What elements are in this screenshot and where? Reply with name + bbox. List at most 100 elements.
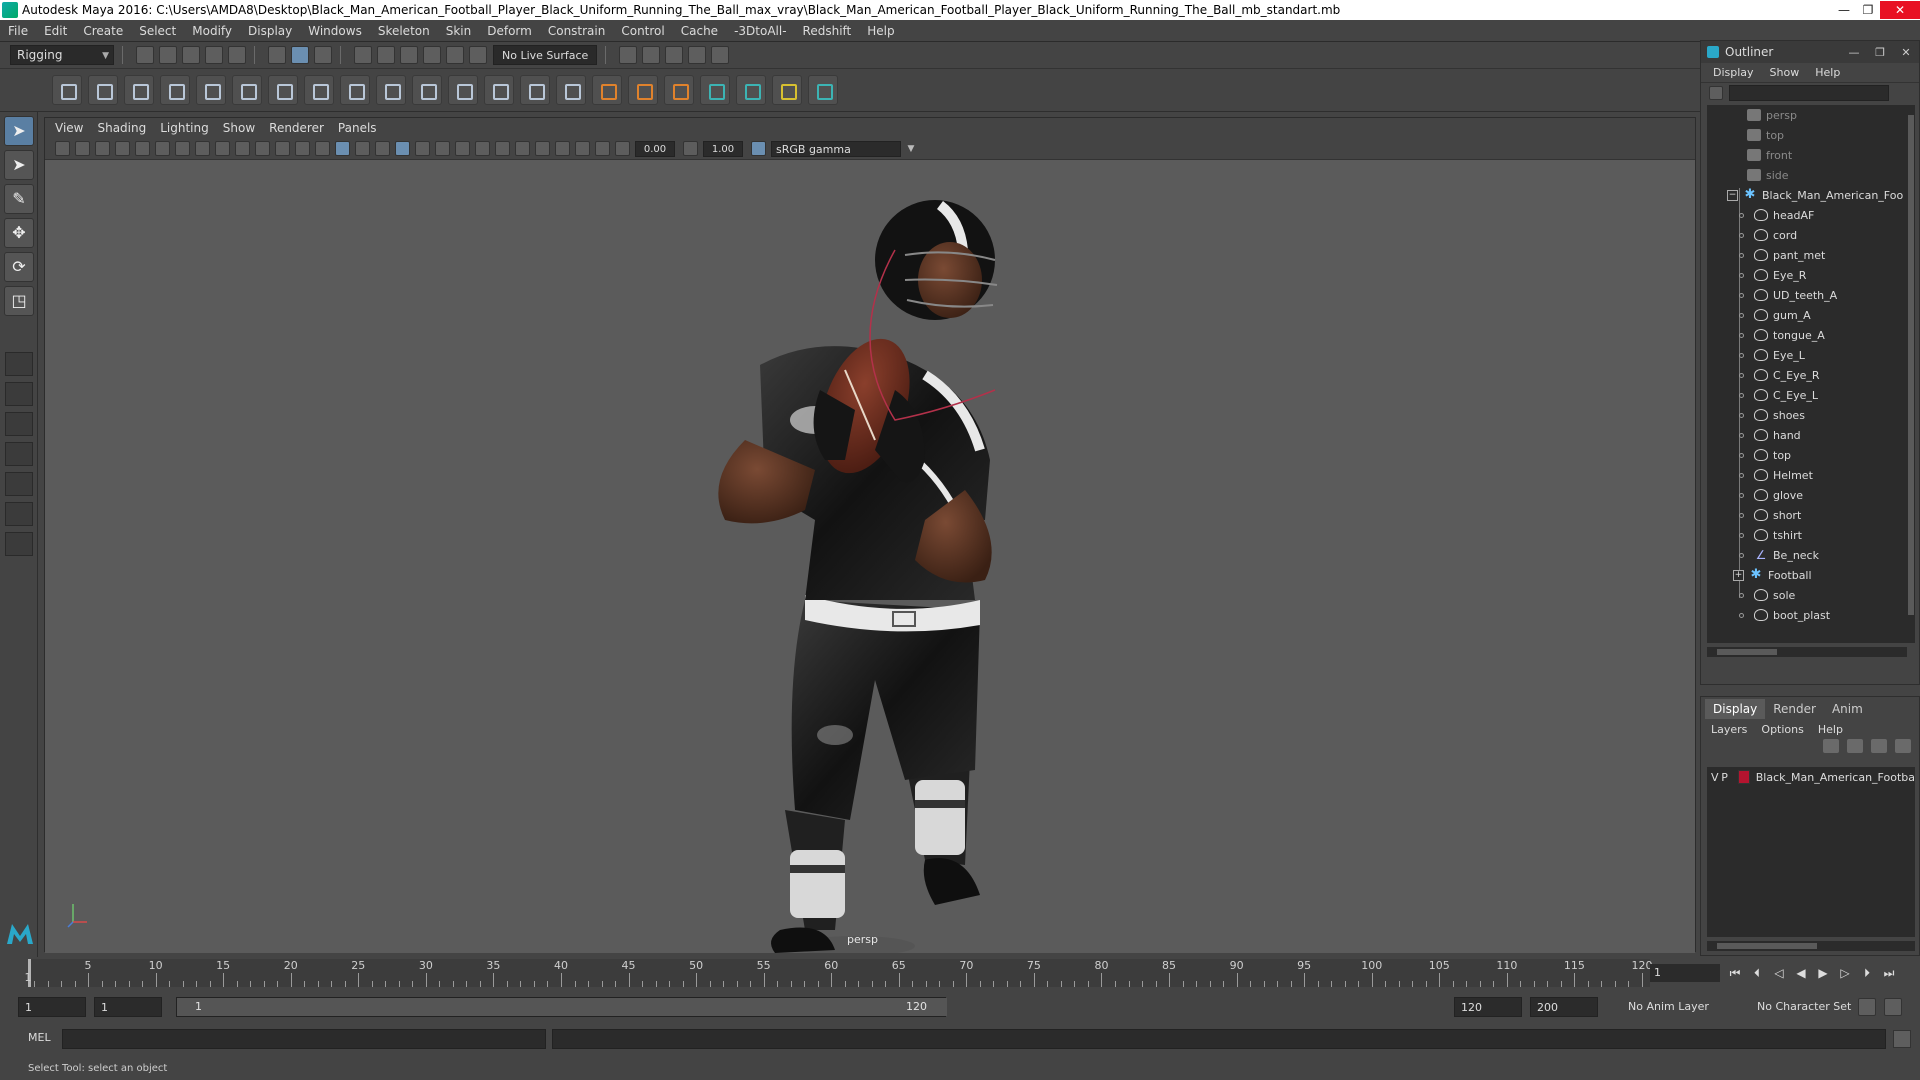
outliner-item-c-eye-l[interactable]: C_Eye_L (1707, 385, 1907, 405)
bind-skin-icon[interactable] (232, 75, 262, 105)
range-slider[interactable]: 1 120 (176, 997, 947, 1017)
motion-blur-icon[interactable] (475, 141, 490, 156)
refresh-icon[interactable] (1709, 86, 1723, 100)
outliner-item-football[interactable]: + ✱ Football (1707, 565, 1907, 585)
menu-3dtoall[interactable]: -3DtoAll- (734, 24, 786, 38)
outliner-vertical-scrollbar[interactable] (1907, 105, 1915, 643)
gate-mask-icon[interactable] (235, 141, 250, 156)
viewport-menu-view[interactable]: View (55, 121, 83, 135)
menu-control[interactable]: Control (621, 24, 664, 38)
new-layer-from-selection-icon[interactable] (1895, 739, 1911, 753)
render-current-frame-icon[interactable] (642, 46, 661, 64)
step-back-icon[interactable]: ⏴ (1746, 963, 1768, 983)
lattice-icon[interactable] (304, 75, 334, 105)
four-view-layout-icon[interactable] (5, 382, 33, 406)
new-scene-icon[interactable] (136, 46, 154, 64)
script-editor-icon[interactable] (1893, 1030, 1911, 1048)
minimize-button[interactable]: — (1841, 46, 1867, 59)
move-layer-up-icon[interactable] (1823, 739, 1839, 753)
paint-skin-icon[interactable] (772, 75, 802, 105)
time-ruler[interactable]: 1 5 10 15 20 25 30 35 40 45 50 55 60 65 70 75 80 85 90 95 1… (25, 959, 1653, 987)
outliner-item-persp[interactable]: persp (1707, 105, 1907, 125)
default-material-icon[interactable] (375, 141, 390, 156)
open-scene-icon[interactable] (159, 46, 177, 64)
use-all-lights-icon[interactable] (415, 141, 430, 156)
tab-anim[interactable]: Anim (1824, 699, 1871, 719)
new-empty-layer-icon[interactable] (1871, 739, 1887, 753)
close-button[interactable]: ✕ (1880, 1, 1920, 19)
menu-cache[interactable]: Cache (681, 24, 718, 38)
lasso-tool-icon[interactable]: ➤ (4, 150, 34, 180)
command-language-label[interactable]: MEL (28, 1031, 51, 1044)
live-surface-field[interactable]: No Live Surface (493, 45, 598, 65)
film-gate-icon[interactable] (195, 141, 210, 156)
layer-horizontal-scrollbar[interactable] (1707, 941, 1915, 951)
range-slider-handle[interactable] (177, 998, 947, 1016)
persp-outliner-layout-icon[interactable] (5, 412, 33, 436)
human-ik-icon[interactable] (700, 75, 730, 105)
outliner-item-c-eye-r[interactable]: C_Eye_R (1707, 365, 1907, 385)
select-hierarchy-icon[interactable] (268, 46, 286, 64)
layer-menu-help[interactable]: Help (1818, 723, 1843, 736)
minimize-button[interactable]: — (1832, 1, 1856, 19)
layer-row[interactable]: V P Black_Man_American_Footba (1707, 767, 1915, 787)
exposure-field[interactable]: 0.00 (635, 140, 675, 157)
paint-weights-icon[interactable] (268, 75, 298, 105)
outliner-item-sole[interactable]: sole (1707, 585, 1907, 605)
layer-menu-options[interactable]: Options (1761, 723, 1803, 736)
screen-space-ao-icon[interactable] (455, 141, 470, 156)
outliner-item-short[interactable]: short (1707, 505, 1907, 525)
layer-menu-layers[interactable]: Layers (1711, 723, 1747, 736)
orient-constraint-icon[interactable] (448, 75, 478, 105)
wireframe-on-shaded-icon[interactable] (355, 141, 370, 156)
paint-select-tool-icon[interactable]: ✎ (4, 184, 34, 214)
menu-help[interactable]: Help (867, 24, 894, 38)
scale-constraint-icon[interactable] (484, 75, 514, 105)
outliner-item-side[interactable]: side (1707, 165, 1907, 185)
bookmark-icon[interactable] (95, 141, 110, 156)
mirror-joint-icon[interactable] (160, 75, 190, 105)
grease-pencil-icon[interactable] (155, 141, 170, 156)
step-forward-icon[interactable]: ⏵ (1856, 963, 1878, 983)
tab-display[interactable]: Display (1705, 699, 1766, 719)
grid-icon[interactable] (175, 141, 190, 156)
safe-action-icon[interactable] (275, 141, 290, 156)
menu-edit[interactable]: Edit (44, 24, 67, 38)
menu-select[interactable]: Select (139, 24, 176, 38)
close-button[interactable]: ✕ (1893, 46, 1919, 59)
view-transform-dropdown[interactable]: sRGB gamma (771, 140, 901, 157)
menu-constrain[interactable]: Constrain (548, 24, 606, 38)
outliner-item-shoes[interactable]: shoes (1707, 405, 1907, 425)
select-camera-icon[interactable] (55, 141, 70, 156)
joint-tool-icon[interactable] (52, 75, 82, 105)
menu-skin[interactable]: Skin (446, 24, 472, 38)
snap-view-plane-icon[interactable] (423, 46, 441, 64)
anti-aliasing-icon[interactable] (495, 141, 510, 156)
3d-viewport[interactable]: persp (45, 160, 1695, 953)
viewport-menu-show[interactable]: Show (223, 121, 255, 135)
outliner-item-front[interactable]: front (1707, 145, 1907, 165)
gamma-field[interactable]: 1.00 (703, 140, 743, 157)
outliner-item-root[interactable]: − ✱ Black_Man_American_Foo (1707, 185, 1907, 205)
previous-view-icon[interactable] (75, 141, 90, 156)
gamma-icon[interactable] (683, 141, 698, 156)
redo-icon[interactable] (228, 46, 246, 64)
outliner-item-hand[interactable]: hand (1707, 425, 1907, 445)
outliner-horizontal-scrollbar[interactable] (1707, 647, 1907, 657)
outliner-item-top[interactable]: top (1707, 125, 1907, 145)
outliner-item-cord[interactable]: cord (1707, 225, 1907, 245)
outliner-menu-show[interactable]: Show (1770, 66, 1800, 79)
persp-hypershade-layout-icon[interactable] (5, 472, 33, 496)
rotate-tool-icon[interactable]: ⟳ (4, 252, 34, 282)
field-chart-icon[interactable] (255, 141, 270, 156)
outliner-item-eye-r[interactable]: Eye_R (1707, 265, 1907, 285)
cluster-icon[interactable] (340, 75, 370, 105)
select-component-icon[interactable] (314, 46, 332, 64)
ik-spline-icon[interactable] (124, 75, 154, 105)
playback-end-field[interactable]: 120 (1454, 997, 1522, 1017)
menu-set-dropdown[interactable]: Rigging (10, 45, 114, 65)
outliner-menu-display[interactable]: Display (1713, 66, 1754, 79)
parent-constraint-icon[interactable] (520, 75, 550, 105)
menu-create[interactable]: Create (83, 24, 123, 38)
ipr-render-icon[interactable] (665, 46, 684, 64)
